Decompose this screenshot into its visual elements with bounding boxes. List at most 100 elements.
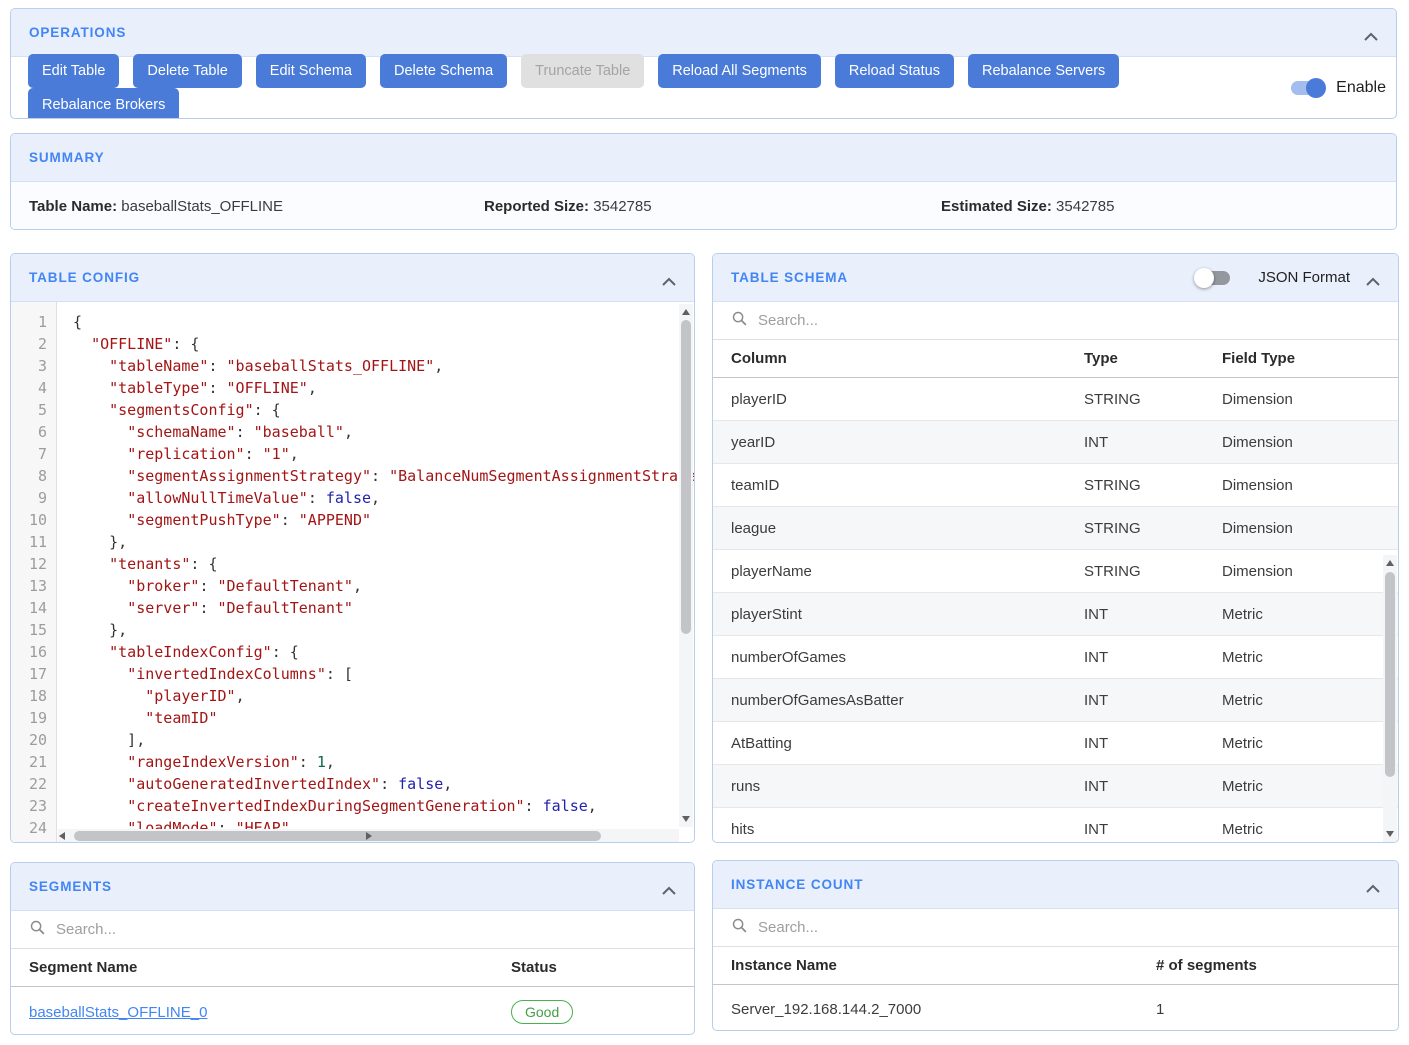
- cell: Dimension: [1222, 563, 1398, 580]
- editor-code[interactable]: { "OFFLINE": { "tableName": "baseballSta…: [58, 302, 694, 843]
- code-line: "allowNullTimeValue": false,: [73, 487, 694, 509]
- code-line: "schemaName": "baseball",: [73, 421, 694, 443]
- enable-toggle[interactable]: [1291, 81, 1325, 95]
- cell: numberOfGamesAsBatter: [731, 692, 1084, 709]
- chevron-up-icon[interactable]: [662, 882, 676, 891]
- toggle-knob: [1306, 78, 1326, 98]
- code-line: "OFFLINE": {: [73, 333, 694, 355]
- json-format-label: JSON Format: [1258, 269, 1350, 286]
- line-number: 17: [11, 663, 47, 685]
- cell: INT: [1084, 692, 1222, 709]
- status-badge: Good: [511, 1000, 573, 1024]
- scroll-up-icon[interactable]: [1386, 560, 1394, 566]
- schema-row: runsINTMetric: [713, 765, 1398, 808]
- scrollbar-thumb[interactable]: [1385, 572, 1395, 777]
- line-number: 18: [11, 685, 47, 707]
- cell: STRING: [1084, 477, 1222, 494]
- code-line: "tableName": "baseballStats_OFFLINE",: [73, 355, 694, 377]
- code-line: "server": "DefaultTenant": [73, 597, 694, 619]
- schema-row: AtBattingINTMetric: [713, 722, 1398, 765]
- editor-horizontal-scrollbar[interactable]: [58, 829, 679, 843]
- operations-buttons: Edit Table Delete Table Edit Schema Delete …: [21, 54, 1277, 119]
- code-line: "segmentAssignmentStrategy": "BalanceNum…: [73, 465, 694, 487]
- scroll-down-icon[interactable]: [1386, 831, 1394, 837]
- cell: INT: [1084, 434, 1222, 451]
- instances-search-input[interactable]: [758, 919, 1380, 936]
- scrollbar-thumb[interactable]: [681, 320, 691, 634]
- line-number: 7: [11, 443, 47, 465]
- schema-row: leagueSTRINGDimension: [713, 507, 1398, 550]
- column-header: Column: [731, 350, 1084, 367]
- edit-schema-button[interactable]: Edit Schema: [256, 54, 366, 88]
- scroll-right-icon[interactable]: [366, 832, 372, 840]
- cell: STRING: [1084, 391, 1222, 408]
- schema-row: numberOfGamesINTMetric: [713, 636, 1398, 679]
- chevron-up-icon[interactable]: [1366, 880, 1380, 889]
- code-line: "autoGeneratedInvertedIndex": false,: [73, 773, 694, 795]
- chevron-up-icon[interactable]: [1366, 273, 1380, 282]
- schema-row: yearIDINTDimension: [713, 421, 1398, 464]
- cell: Metric: [1222, 778, 1398, 795]
- line-number: 12: [11, 553, 47, 575]
- instance-count-panel: INSTANCE COUNT Instance Name # of segmen…: [712, 860, 1399, 1031]
- scroll-left-icon[interactable]: [59, 832, 65, 840]
- pinot-table-details-page: OPERATIONS Edit Table Delete Table Edit Sc…: [0, 0, 1409, 1045]
- editor-vertical-scrollbar[interactable]: [679, 304, 693, 827]
- rebalance-servers-button[interactable]: Rebalance Servers: [968, 54, 1119, 88]
- column-header: Instance Name: [731, 957, 1156, 974]
- operations-header: OPERATIONS: [11, 9, 1396, 57]
- segments-search-input[interactable]: [56, 921, 676, 938]
- cell: Metric: [1222, 735, 1398, 752]
- table-config-editor[interactable]: 123456789101112131415161718192021222324 …: [11, 302, 694, 843]
- schema-search-input[interactable]: [758, 312, 1380, 329]
- table-config-title: TABLE CONFIG: [29, 270, 140, 285]
- chevron-up-icon[interactable]: [1364, 28, 1378, 37]
- code-line: "invertedIndexColumns": [: [73, 663, 694, 685]
- code-line: "segmentsConfig": {: [73, 399, 694, 421]
- reload-all-segments-button[interactable]: Reload All Segments: [658, 54, 821, 88]
- code-line: ],: [73, 729, 694, 751]
- instance-count-header: INSTANCE COUNT: [713, 861, 1398, 909]
- cell: INT: [1084, 778, 1222, 795]
- segments-table-header: Segment Name Status: [11, 949, 694, 987]
- code-line: "rangeIndexVersion": 1,: [73, 751, 694, 773]
- operations-toolbar: Edit Table Delete Table Edit Schema Delete …: [11, 57, 1396, 119]
- summary-estimated-size: Estimated Size: 3542785: [941, 198, 1396, 215]
- scroll-down-icon[interactable]: [682, 816, 690, 822]
- line-number: 6: [11, 421, 47, 443]
- scroll-up-icon[interactable]: [682, 309, 690, 315]
- summary-panel: SUMMARY Table Name: baseballStats_OFFLIN…: [10, 133, 1397, 230]
- cell: STRING: [1084, 563, 1222, 580]
- line-number: 3: [11, 355, 47, 377]
- code-line: "tenants": {: [73, 553, 694, 575]
- operations-panel: OPERATIONS Edit Table Delete Table Edit Sc…: [10, 8, 1397, 119]
- chevron-up-icon[interactable]: [662, 273, 676, 282]
- schema-vertical-scrollbar[interactable]: [1383, 555, 1397, 842]
- line-number: 4: [11, 377, 47, 399]
- segment-link[interactable]: baseballStats_OFFLINE_0: [29, 1004, 511, 1021]
- cell: INT: [1084, 735, 1222, 752]
- instances-table-body: Server_192.168.144.2_70001: [713, 985, 1398, 1031]
- line-number: 19: [11, 707, 47, 729]
- search-icon: [29, 919, 46, 941]
- segments-table-body: baseballStats_OFFLINE_0Good: [11, 987, 694, 1035]
- cell: INT: [1084, 821, 1222, 838]
- rebalance-brokers-button[interactable]: Rebalance Brokers: [28, 88, 179, 119]
- code-line: "tableIndexConfig": {: [73, 641, 694, 663]
- code-line: "segmentPushType": "APPEND": [73, 509, 694, 531]
- line-number: 2: [11, 333, 47, 355]
- scrollbar-thumb[interactable]: [74, 831, 601, 841]
- line-number: 15: [11, 619, 47, 641]
- delete-table-button[interactable]: Delete Table: [133, 54, 241, 88]
- json-format-toggle[interactable]: [1196, 271, 1230, 285]
- segments-search-row: [11, 911, 694, 949]
- line-number: 22: [11, 773, 47, 795]
- cell: playerStint: [731, 606, 1084, 623]
- summary-header: SUMMARY: [11, 134, 1396, 182]
- schema-row: numberOfGamesAsBatterINTMetric: [713, 679, 1398, 722]
- reload-status-button[interactable]: Reload Status: [835, 54, 954, 88]
- edit-table-button[interactable]: Edit Table: [28, 54, 119, 88]
- cell: Metric: [1222, 606, 1398, 623]
- delete-schema-button[interactable]: Delete Schema: [380, 54, 507, 88]
- schema-row: hitsINTMetric: [713, 808, 1398, 843]
